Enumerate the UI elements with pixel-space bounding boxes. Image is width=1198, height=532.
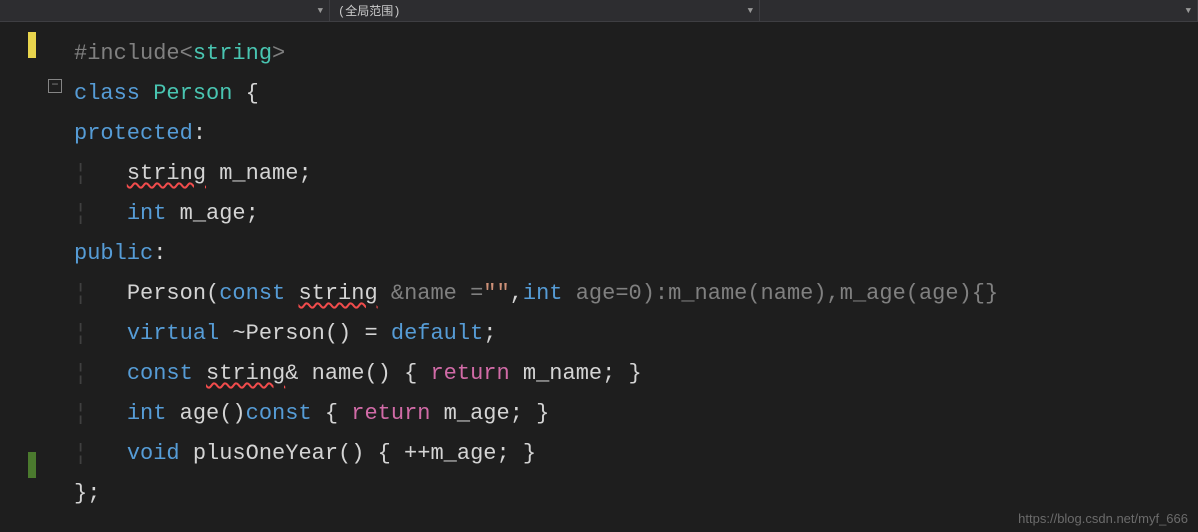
editor-area: − #include<string> class Person { protec… bbox=[0, 22, 1198, 532]
code-token: Person bbox=[153, 81, 232, 106]
code-token: > bbox=[272, 41, 285, 66]
code-token: m_name; } bbox=[510, 361, 642, 386]
code-token: default bbox=[391, 321, 483, 346]
fold-collapse-icon[interactable]: − bbox=[48, 79, 62, 93]
code-token: : bbox=[193, 121, 206, 146]
code-token-error: string bbox=[206, 361, 285, 386]
code-token: ; bbox=[483, 321, 496, 346]
code-token: int bbox=[523, 281, 563, 306]
code-token: & name() { bbox=[285, 361, 430, 386]
code-token: , bbox=[510, 281, 523, 306]
code-token: ~Person() = bbox=[219, 321, 391, 346]
code-token: age=0):m_name(name),m_age(age){} bbox=[563, 281, 999, 306]
code-token: public bbox=[74, 241, 153, 266]
code-token: m_name; bbox=[206, 161, 312, 186]
code-token: int bbox=[127, 401, 167, 426]
scope-dropdown-center[interactable]: (全局范围) ▼ bbox=[330, 0, 760, 21]
code-token: const bbox=[219, 281, 285, 306]
code-token: virtual bbox=[127, 321, 219, 346]
chevron-down-icon: ▼ bbox=[318, 6, 323, 16]
code-token: return bbox=[430, 361, 509, 386]
navigation-bar: ▼ (全局范围) ▼ ▼ bbox=[0, 0, 1198, 22]
dropdown-label: (全局范围) bbox=[338, 2, 400, 19]
code-token: age() bbox=[166, 401, 245, 426]
code-editor[interactable]: #include<string> class Person { protecte… bbox=[70, 22, 998, 532]
code-token: plusOneYear() { ++m_age; } bbox=[180, 441, 536, 466]
code-token: : bbox=[153, 241, 166, 266]
code-token: }; bbox=[74, 481, 100, 506]
code-token-error: string bbox=[298, 281, 377, 306]
code-token: ( bbox=[206, 281, 219, 306]
chevron-down-icon: ▼ bbox=[748, 6, 753, 16]
chevron-down-icon: ▼ bbox=[1186, 6, 1191, 16]
code-token: m_age; bbox=[166, 201, 258, 226]
code-token: int bbox=[127, 201, 167, 226]
code-token: { bbox=[312, 401, 352, 426]
code-token: string bbox=[193, 41, 272, 66]
code-token: &name = bbox=[378, 281, 484, 306]
code-token: { bbox=[232, 81, 258, 106]
scope-dropdown-right[interactable]: ▼ bbox=[760, 0, 1198, 21]
code-token: void bbox=[127, 441, 180, 466]
code-token: Person bbox=[127, 281, 206, 306]
saved-marker bbox=[28, 452, 36, 478]
modified-marker bbox=[28, 32, 36, 58]
gutter: − bbox=[0, 22, 70, 532]
code-token: const bbox=[127, 361, 193, 386]
code-token: #include< bbox=[74, 41, 193, 66]
code-token: class bbox=[74, 81, 140, 106]
watermark: https://blog.csdn.net/myf_666 bbox=[1018, 511, 1188, 526]
code-token: return bbox=[351, 401, 430, 426]
code-token: const bbox=[246, 401, 312, 426]
code-token-error: string bbox=[127, 161, 206, 186]
code-token: "" bbox=[483, 281, 509, 306]
code-token: m_age; } bbox=[430, 401, 549, 426]
code-token: protected bbox=[74, 121, 193, 146]
scope-dropdown-left[interactable]: ▼ bbox=[0, 0, 330, 21]
